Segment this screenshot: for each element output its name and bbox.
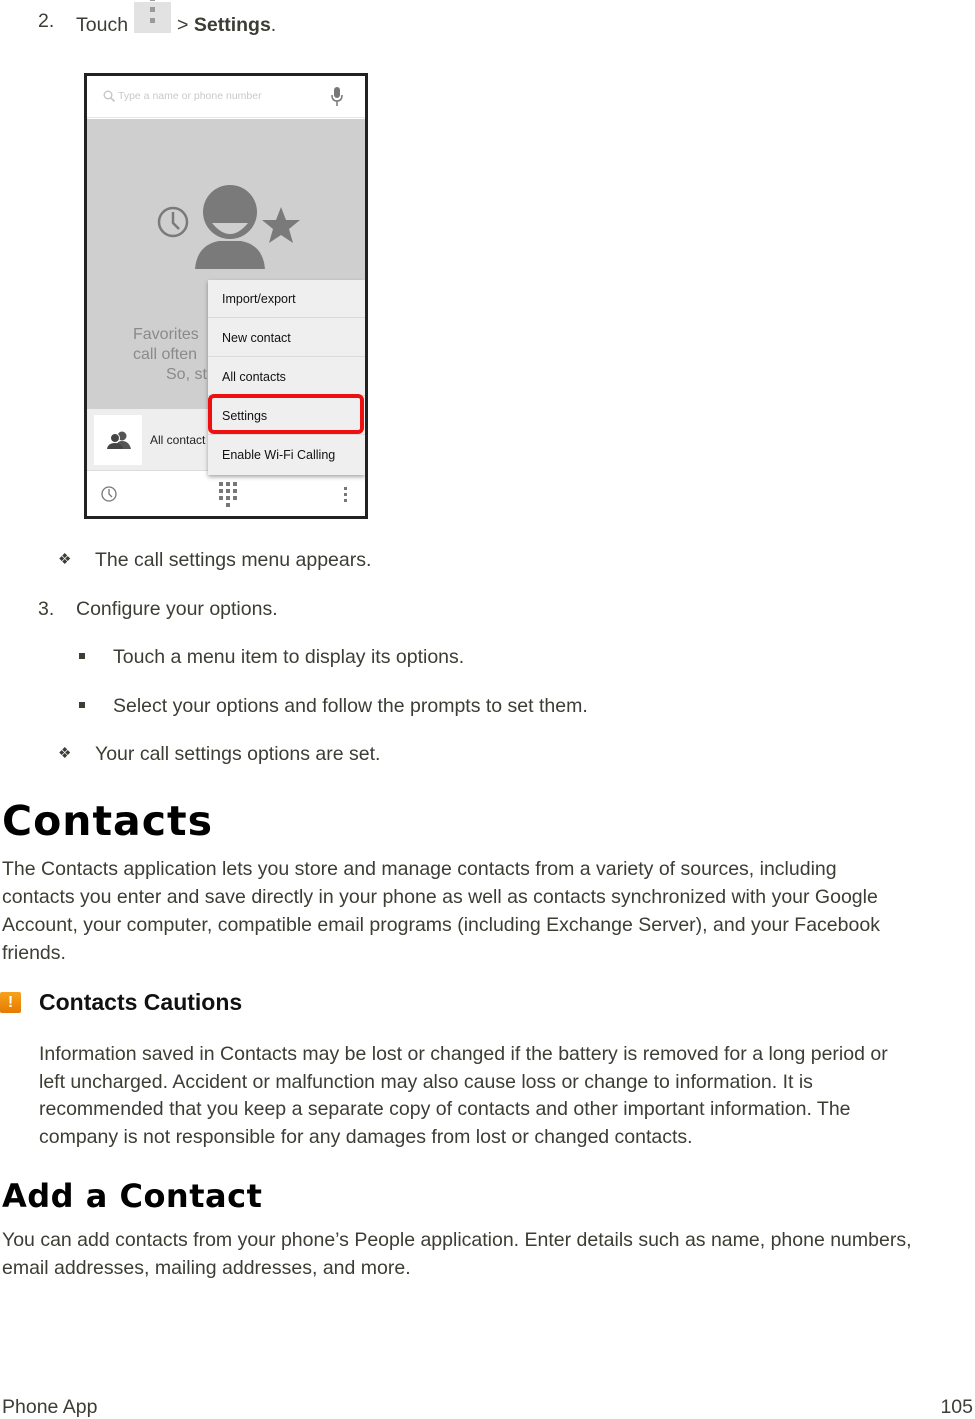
menu-item-all-contacts[interactable]: All contacts <box>208 358 365 396</box>
add-contact-body: You can add contacts from your phone’s P… <box>2 1226 912 1282</box>
microphone-icon <box>331 87 343 106</box>
favorites-line: Favorites <box>133 326 199 343</box>
paragraph-line: recommended that you keep a separate cop… <box>39 1098 851 1120</box>
step-3-instruction: Configure your options. <box>76 598 278 620</box>
section-heading-contacts: Contacts <box>2 797 214 845</box>
phone-search-bar: Type a name or phone number <box>87 76 365 118</box>
square-bullet-icon <box>79 653 85 659</box>
favorites-line: So, st <box>166 366 207 383</box>
contacts-intro: The Contacts application lets you store … <box>2 855 880 967</box>
paragraph-line: company is not responsible for any damag… <box>39 1125 693 1148</box>
result-text: The call settings menu appears. <box>95 549 372 571</box>
result-text: Your call settings options are set. <box>95 743 381 765</box>
menu-item-import-export[interactable]: Import/export <box>208 280 365 318</box>
phone-search-placeholder: Type a name or phone number <box>118 90 262 102</box>
footer-page-number: 105 <box>940 1396 973 1418</box>
paragraph-line: Information saved in Contacts may be los… <box>39 1043 888 1065</box>
sub-bullet-text: Select your options and follow the promp… <box>113 695 588 717</box>
paragraph-line: friends. <box>2 942 66 964</box>
step-suffix: . <box>270 14 277 36</box>
caution-title: Contacts Cautions <box>39 989 243 1015</box>
paragraph-line: Account, your computer, compatible email… <box>2 914 880 936</box>
footer-section-name: Phone App <box>2 1396 98 1418</box>
caution-body: Information saved in Contacts may be los… <box>39 1041 888 1151</box>
step-target: Settings <box>193 14 271 36</box>
overflow-menu-icon <box>134 0 172 33</box>
overflow-menu: Import/export New contact All contacts S… <box>208 280 365 475</box>
sub-bullet-text: Touch a menu item to display its options… <box>113 646 465 668</box>
menu-item-enable-wifi-calling[interactable]: Enable Wi-Fi Calling <box>208 436 365 474</box>
paragraph-line: You can add contacts from your phone’s P… <box>2 1229 912 1251</box>
all-contacts-label: All contact <box>150 433 206 447</box>
contacts-group-icon <box>107 431 131 449</box>
favorites-empty-text: Favorites call often So, st <box>133 325 207 385</box>
step-2-instruction: Touch > Settings. <box>76 0 277 41</box>
recent-calls-icon <box>101 486 117 502</box>
step-number: 3. <box>38 598 55 620</box>
paragraph-line: email addresses, mailing addresses, and … <box>2 1257 411 1279</box>
star-icon <box>262 207 300 243</box>
paragraph-line: contacts you enter and save directly in … <box>2 886 878 908</box>
search-icon <box>103 90 116 103</box>
clock-icon <box>157 206 189 238</box>
contacts-tile <box>94 415 142 465</box>
dialpad-icon <box>219 482 237 507</box>
overflow-menu-icon <box>344 487 347 502</box>
phone-screenshot: Type a name or phone number Favorites ca… <box>84 73 368 519</box>
step-text-prefix: Touch <box>76 14 129 36</box>
diamond-bullet-icon: ❖ <box>58 551 72 568</box>
square-bullet-icon <box>79 702 85 708</box>
step-separator: > <box>177 14 189 36</box>
section-heading-add-contact: Add a Contact <box>2 1177 263 1215</box>
diamond-bullet-icon: ❖ <box>58 745 72 762</box>
paragraph-line: left uncharged. Accident or malfunction … <box>39 1070 813 1093</box>
menu-item-new-contact[interactable]: New contact <box>208 319 365 357</box>
step-number: 2. <box>38 10 55 32</box>
warning-icon: ! <box>0 992 21 1013</box>
phone-bottom-bar <box>87 472 365 516</box>
settings-highlight-box <box>208 394 364 434</box>
favorites-line: call often <box>133 346 198 363</box>
person-icon <box>195 185 265 269</box>
paragraph-line: The Contacts application lets you store … <box>2 858 837 880</box>
